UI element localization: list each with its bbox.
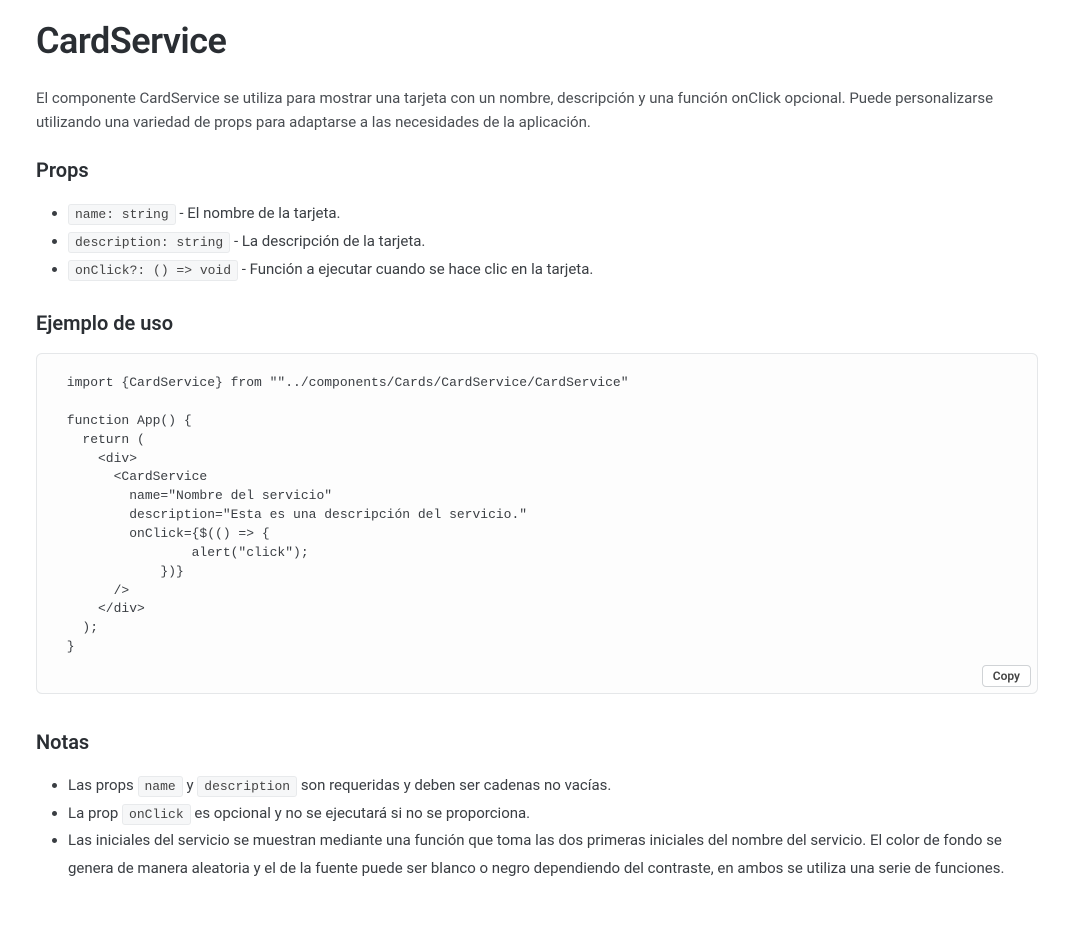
note-text: es opcional y no se ejecutará si no se p… <box>191 804 531 822</box>
note-text: Las iniciales del servicio se muestran m… <box>68 831 1004 877</box>
prop-description: - La descripción de la tarjeta. <box>230 232 425 250</box>
props-heading: Props <box>36 158 1038 182</box>
prop-signature: onClick?: () => void <box>68 260 238 281</box>
notes-list: Las props name y description son requeri… <box>36 772 1038 883</box>
inline-code: name <box>138 776 183 797</box>
inline-code: onClick <box>122 804 191 825</box>
notes-heading: Notas <box>36 730 1038 754</box>
note-text: son requeridas y deben ser cadenas no va… <box>297 776 611 794</box>
list-item: La prop onClick es opcional y no se ejec… <box>68 800 1038 828</box>
list-item: onClick?: () => void - Función a ejecuta… <box>68 256 1038 284</box>
list-item: Las iniciales del servicio se muestran m… <box>68 827 1038 883</box>
note-text: Las props <box>68 776 138 794</box>
list-item: description: string - La descripción de … <box>68 228 1038 256</box>
prop-description: - Función a ejecutar cuando se hace clic… <box>238 260 593 278</box>
list-item: Las props name y description son requeri… <box>68 772 1038 800</box>
list-item: name: string - El nombre de la tarjeta. <box>68 200 1038 228</box>
inline-code: description <box>197 776 297 797</box>
page-title: CardService <box>36 20 1038 62</box>
copy-button[interactable]: Copy <box>982 665 1031 687</box>
prop-description: - El nombre de la tarjeta. <box>176 204 341 222</box>
code-block: import {CardService} from ""../component… <box>36 353 1038 694</box>
intro-paragraph: El componente CardService se utiliza par… <box>36 86 1038 134</box>
prop-signature: name: string <box>68 204 176 225</box>
props-list: name: string - El nombre de la tarjeta. … <box>36 200 1038 283</box>
code-content: import {CardService} from ""../component… <box>37 354 1037 693</box>
note-text: y <box>183 776 198 794</box>
example-heading: Ejemplo de uso <box>36 311 1038 335</box>
note-text: La prop <box>68 804 122 822</box>
prop-signature: description: string <box>68 232 230 253</box>
